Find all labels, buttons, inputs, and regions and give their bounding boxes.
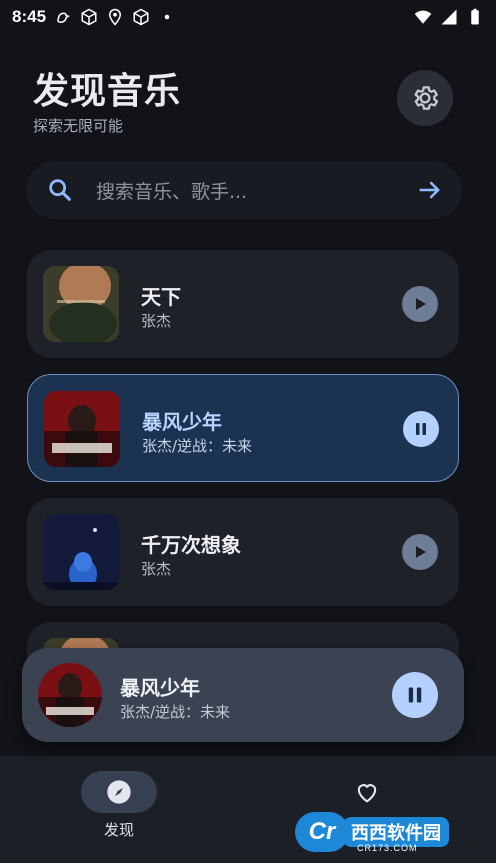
dot-icon — [164, 14, 170, 20]
song-card[interactable]: 天下 张杰 — [27, 250, 459, 358]
pause-button[interactable] — [403, 411, 439, 447]
now-playing-pause-button[interactable] — [392, 672, 438, 718]
page-title: 发现音乐 — [33, 71, 182, 112]
battery-icon — [471, 8, 479, 25]
now-playing-cover — [38, 663, 102, 727]
gear-icon — [414, 86, 439, 110]
search-bar[interactable]: 搜索音乐、歌手... — [26, 161, 462, 219]
status-left: 8:45 — [12, 7, 176, 27]
page-subtitle: 探索无限可能 — [33, 117, 124, 135]
play-button[interactable] — [402, 286, 438, 322]
notification-duck-icon — [57, 12, 70, 24]
pause-icon — [416, 423, 426, 435]
watermark-sub: CR173.COM — [357, 843, 418, 853]
nav-discover[interactable]: 发现 — [79, 771, 159, 851]
status-right — [414, 8, 484, 26]
now-playing-bar[interactable]: 暴风少年 张杰/逆战：未来 — [22, 648, 464, 742]
album-cover — [44, 391, 120, 467]
search-icon — [49, 179, 71, 201]
watermark-badge: Cr — [295, 812, 349, 852]
nav-discover-label: 发现 — [103, 821, 134, 839]
status-time: 8:45 — [12, 7, 47, 26]
song-card-active[interactable]: 暴风少年 张杰/逆战：未来 — [27, 374, 459, 482]
settings-button[interactable] — [397, 70, 453, 126]
now-playing-artist: 张杰/逆战：未来 — [120, 703, 231, 721]
compass-icon — [107, 780, 131, 804]
watermark-logo: Cr 西西软件园 CR173.COM — [295, 810, 475, 854]
play-icon — [416, 546, 426, 558]
cube-icon — [133, 8, 149, 26]
song-card[interactable]: 千万次想象 张杰 — [27, 498, 459, 606]
search-input[interactable]: 搜索音乐、歌手... — [96, 177, 416, 204]
nav-discover-pill[interactable] — [81, 771, 157, 813]
wifi-icon — [414, 10, 432, 24]
cube-icon — [81, 8, 97, 26]
heart-icon — [357, 784, 377, 803]
play-button[interactable] — [402, 534, 438, 570]
now-playing-title: 暴风少年 — [120, 676, 200, 700]
pause-icon — [408, 687, 422, 703]
status-bar: 8:45 — [0, 0, 496, 34]
nav-favorites-pill[interactable] — [329, 771, 405, 813]
album-cover — [43, 266, 119, 342]
location-icon — [109, 8, 122, 26]
song-artist: 张杰 — [141, 312, 172, 330]
album-cover — [43, 514, 119, 590]
song-artist: 张杰 — [141, 560, 172, 578]
play-icon — [416, 298, 426, 310]
arrow-right-icon[interactable] — [416, 176, 444, 204]
signal-icon — [441, 9, 457, 25]
song-artist: 张杰/逆战：未来 — [142, 437, 253, 455]
song-title: 暴风少年 — [142, 410, 222, 434]
song-title: 千万次想象 — [141, 533, 241, 557]
song-title: 天下 — [141, 285, 181, 309]
